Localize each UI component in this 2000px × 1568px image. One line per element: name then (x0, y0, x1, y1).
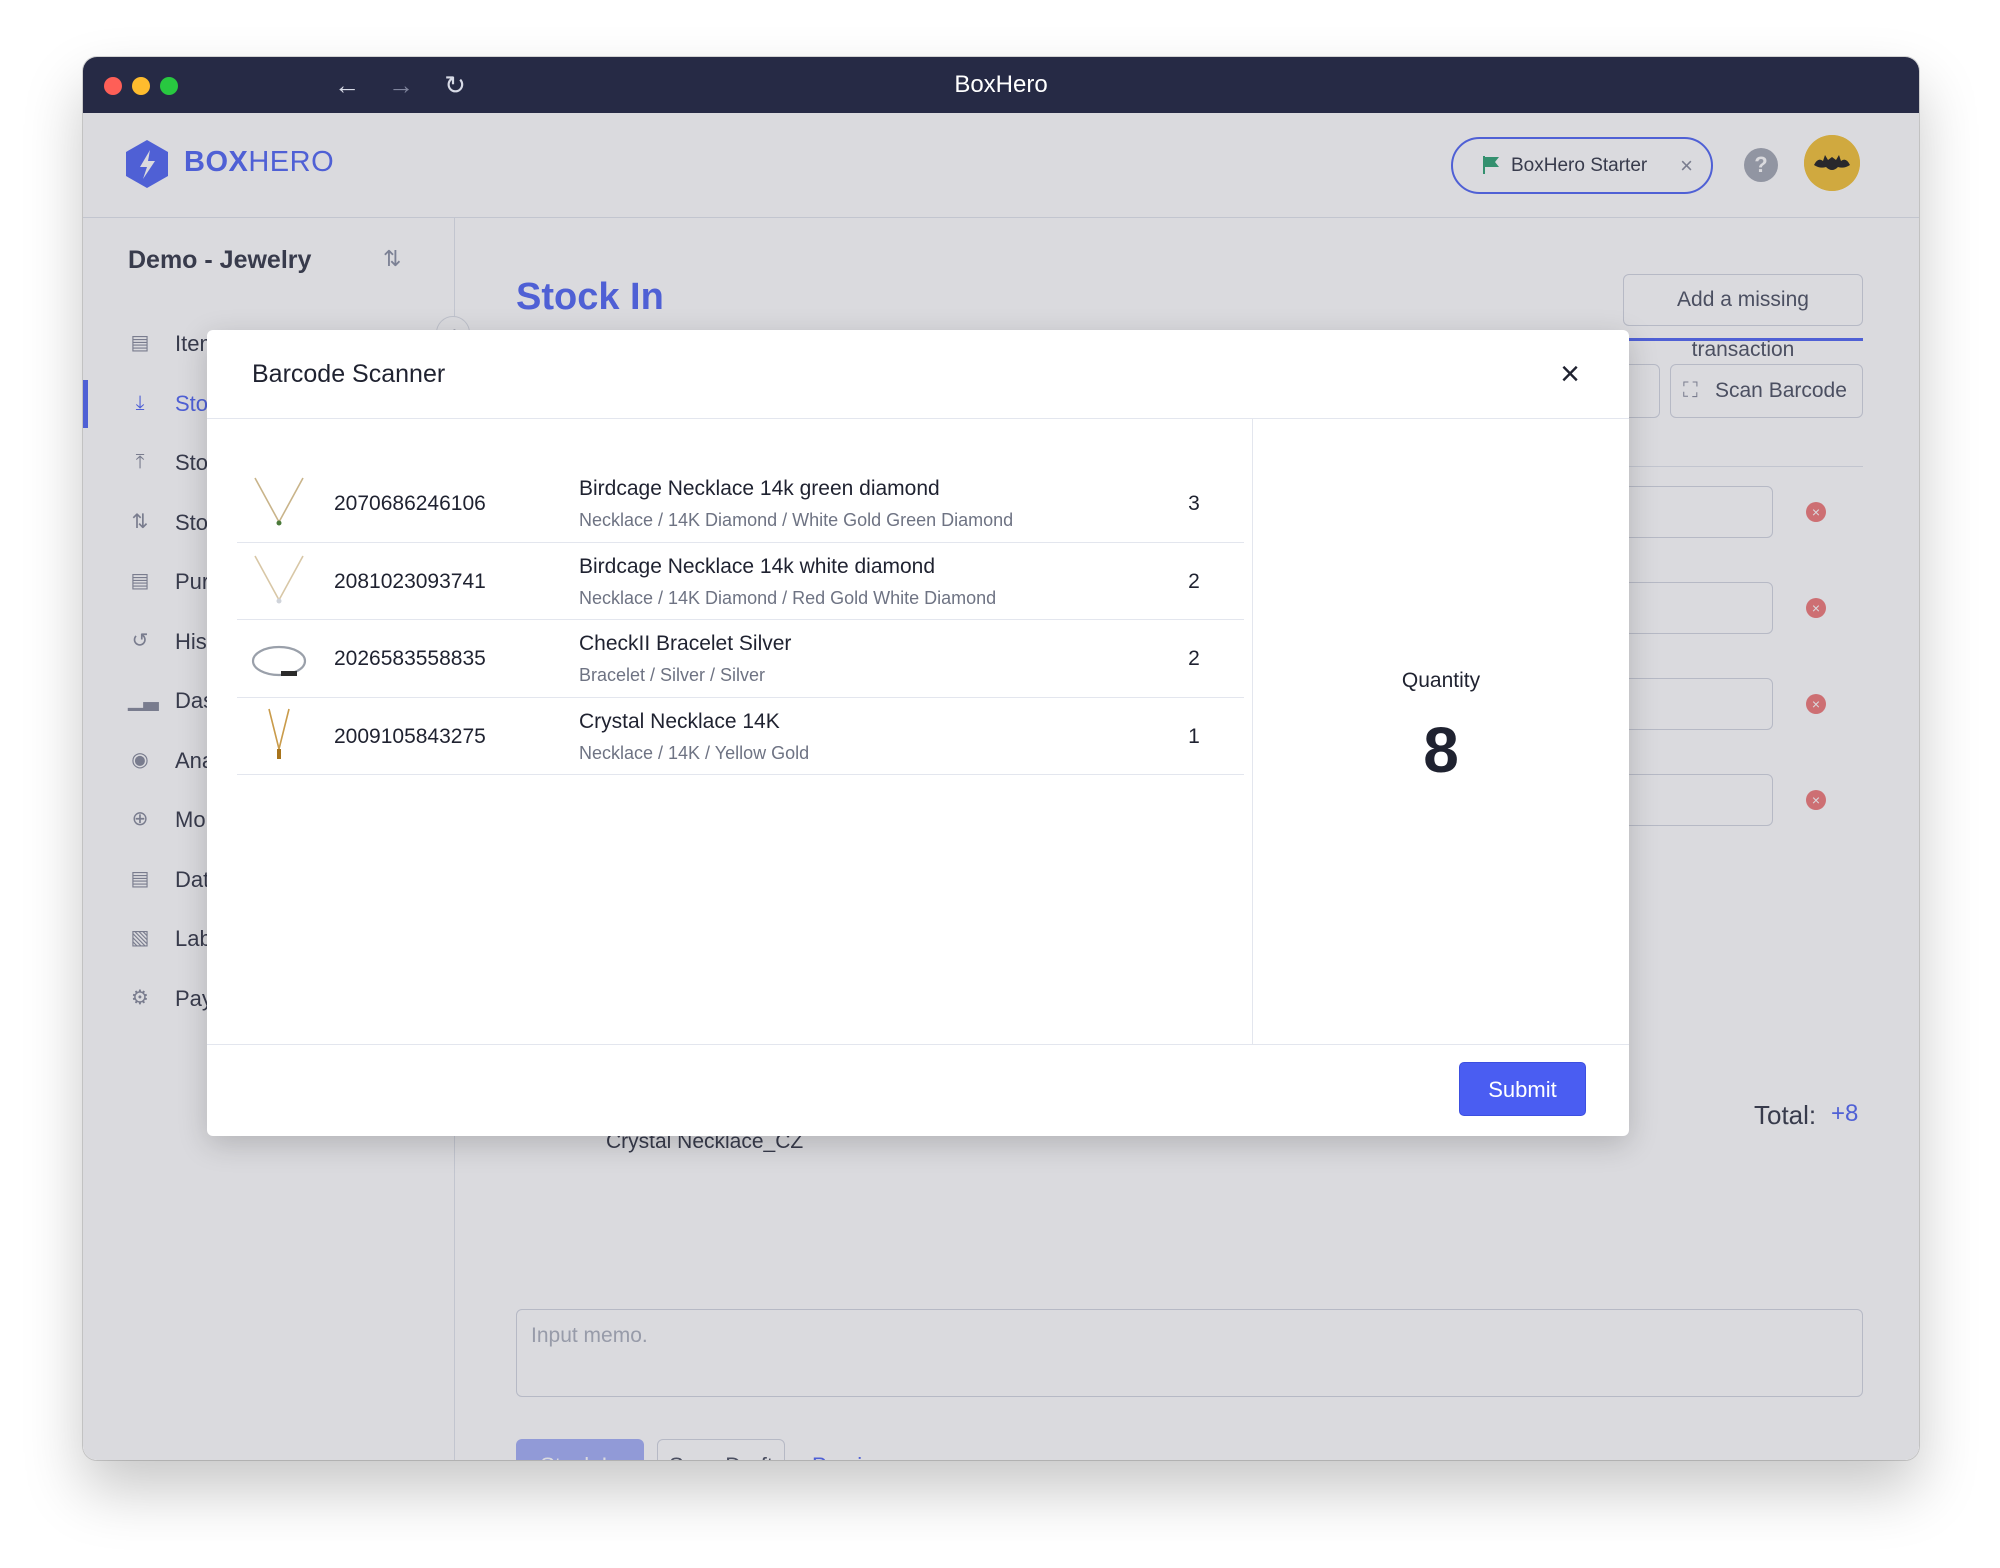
item-attributes: Necklace / 14K Diamond / White Gold Gree… (579, 510, 1014, 530)
item-quantity: 2 (1188, 569, 1200, 593)
item-quantity: 1 (1188, 724, 1200, 748)
necklace-thumbnail (254, 555, 304, 603)
necklace-thumbnail (268, 708, 290, 759)
submit-button[interactable]: Submit (1459, 1062, 1586, 1116)
modal-footer: Submit (207, 1044, 1629, 1136)
item-attributes: Bracelet / Silver / Silver (579, 665, 766, 685)
window-title: BoxHero (954, 71, 1048, 98)
item-quantity: 3 (1188, 492, 1200, 515)
item-name: Birdcage Necklace 14k green diamond (579, 477, 940, 500)
item-quantity: 2 (1188, 647, 1200, 670)
list-item[interactable]: 2081023093741 Birdcage Necklace 14k whit… (237, 543, 1244, 620)
list-item[interactable]: 2009105843275 Crystal Necklace 14K Neckl… (237, 698, 1244, 775)
barcode-scanner-modal: Barcode Scanner × 2070686246106 Birdcage… (207, 330, 1629, 1136)
modal-title: Barcode Scanner (252, 360, 446, 388)
list-item[interactable]: 2070686246106 Birdcage Necklace 14k gree… (237, 465, 1244, 543)
item-attributes: Necklace / 14K Diamond / Red Gold White … (579, 587, 997, 608)
modal-body: 2070686246106 Birdcage Necklace 14k gree… (207, 419, 1629, 1044)
quantity-panel: Quantity 8 (1252, 419, 1629, 1044)
scanned-items-list: 2070686246106 Birdcage Necklace 14k gree… (237, 465, 1244, 775)
item-attributes: Necklace / 14K / Yellow Gold (579, 742, 810, 763)
list-item[interactable]: 2026583558835 CheckII Bracelet Silver Br… (237, 620, 1244, 698)
barcode: 2009105843275 (334, 724, 486, 748)
item-name: Birdcage Necklace 14k white diamond (579, 554, 936, 578)
item-name: Crystal Necklace 14K (579, 709, 780, 733)
necklace-thumbnail (254, 477, 304, 526)
close-icon[interactable]: × (1553, 357, 1587, 391)
barcode: 2070686246106 (334, 492, 486, 515)
modal-header: Barcode Scanner × (207, 330, 1629, 419)
quantity-label: Quantity (1401, 669, 1481, 692)
quantity-total: 8 (1423, 714, 1459, 786)
barcode: 2026583558835 (334, 647, 486, 670)
barcode: 2081023093741 (334, 569, 486, 593)
bracelet-thumbnail (251, 645, 307, 677)
item-name: CheckII Bracelet Silver (579, 632, 792, 655)
title-bar: ← → ↻ BoxHero (83, 57, 1919, 113)
